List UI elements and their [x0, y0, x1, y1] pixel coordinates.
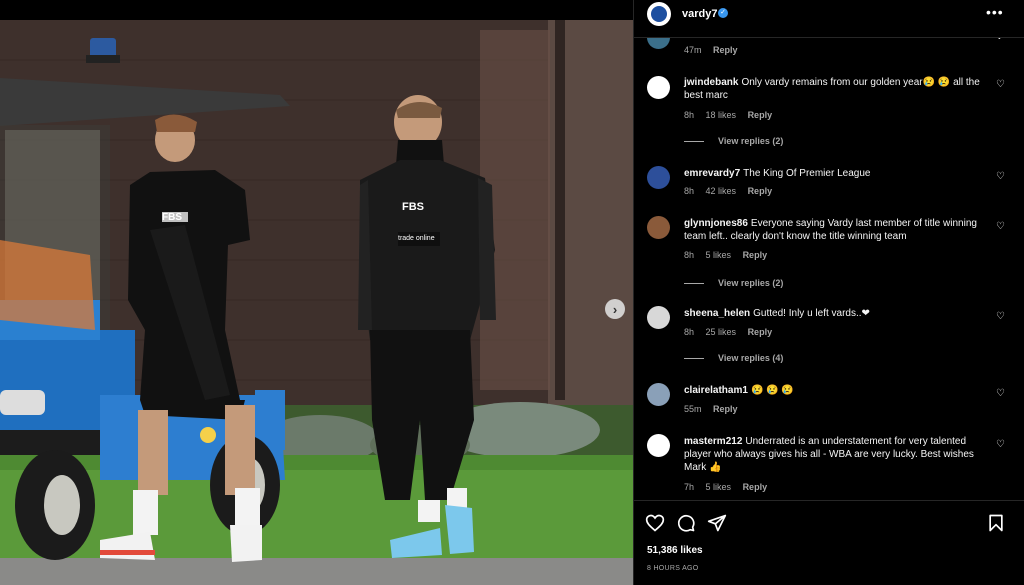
comment-time: 47m — [684, 45, 702, 55]
comment-time: 8h — [684, 250, 695, 260]
comment-likes[interactable]: 18 likes — [706, 110, 737, 120]
reply-button[interactable]: Reply — [743, 482, 768, 492]
likes-count[interactable]: 51,386 likes — [647, 545, 703, 556]
avatar[interactable] — [647, 383, 670, 406]
avatar[interactable] — [647, 216, 670, 239]
post-username[interactable]: vardy7 — [682, 8, 717, 20]
avatar[interactable] — [647, 76, 670, 99]
view-replies-button[interactable]: View replies (4) — [684, 353, 783, 363]
more-options-icon[interactable]: ••• — [986, 4, 1004, 20]
avatar[interactable] — [647, 166, 670, 189]
post-header: vardy7 ✓ ••• — [634, 0, 1024, 38]
comment-likes[interactable]: 42 likes — [706, 186, 737, 196]
bookmark-icon[interactable] — [986, 513, 1006, 533]
comment-username[interactable]: sheena_helen — [684, 308, 750, 319]
comment-meta: 47m Reply — [684, 45, 747, 55]
verified-badge-icon: ✓ — [718, 8, 728, 18]
heart-icon[interactable] — [645, 513, 665, 533]
avatar[interactable] — [647, 2, 671, 26]
comment-likes[interactable]: 25 likes — [706, 327, 737, 337]
comment-time: 8h — [684, 110, 695, 120]
heart-icon[interactable]: ♡ — [996, 389, 1006, 399]
next-photo-button[interactable]: › — [605, 299, 625, 319]
comment-meta: 8h 5 likes Reply — [684, 250, 776, 260]
share-icon[interactable] — [707, 513, 727, 533]
shirt-text-right: FBS — [402, 201, 424, 213]
shirt-subtext-right: trade online — [398, 235, 435, 242]
comment-username[interactable]: clairelatham1 — [684, 385, 748, 396]
comment-time: 7h — [684, 482, 695, 492]
comment-username[interactable]: jwindebank — [684, 77, 738, 88]
post-timestamp: 8 HOURS AGO — [647, 565, 699, 572]
reply-button[interactable]: Reply — [713, 45, 738, 55]
comment-meta: 8h 25 likes Reply — [684, 327, 781, 337]
comment-text: The King Of Premier League — [743, 168, 871, 179]
reply-button[interactable]: Reply — [748, 186, 773, 196]
heart-icon[interactable]: ♡ — [996, 80, 1006, 90]
heart-icon[interactable]: ♡ — [996, 312, 1006, 322]
comment-likes[interactable]: 5 likes — [706, 482, 732, 492]
comment-icon[interactable] — [676, 513, 696, 533]
reply-button[interactable]: Reply — [748, 110, 773, 120]
photo-top-bar — [0, 0, 633, 20]
reply-button[interactable]: Reply — [743, 250, 768, 260]
comment-text: Gutted! Inly u left vards..❤ — [753, 308, 870, 319]
comment-text: 😢 😢 😢 — [750, 385, 794, 396]
chevron-down-icon[interactable]: ⌄ — [996, 38, 1006, 42]
post-photo: FBS FBS trade online › — [0, 0, 633, 585]
heart-icon[interactable]: ♡ — [996, 440, 1006, 450]
comment-username[interactable]: glynnjones86 — [684, 218, 748, 229]
comment-username[interactable]: masterm212 — [684, 436, 742, 447]
comment-likes[interactable]: 5 likes — [706, 250, 732, 260]
avatar[interactable] — [647, 434, 670, 457]
chevron-right-icon: › — [612, 301, 618, 317]
comment-time: 8h — [684, 327, 695, 337]
view-replies-button[interactable]: View replies (2) — [684, 278, 783, 288]
avatar[interactable] — [647, 38, 670, 49]
post-side-panel: vardy7 ✓ ••• 47m Reply ⌄ jwindebankOnly … — [633, 0, 1024, 585]
avatar[interactable] — [647, 306, 670, 329]
view-replies-button[interactable]: View replies (2) — [684, 136, 783, 146]
comment-meta: 8h 18 likes Reply — [684, 110, 781, 120]
training-ground-photo — [0, 20, 633, 585]
comments-list: 47m Reply ⌄ jwindebankOnly vardy remains… — [634, 38, 1024, 500]
comment-time: 55m — [684, 404, 702, 414]
reply-button[interactable]: Reply — [748, 327, 773, 337]
post-actions: 51,386 likes 8 HOURS AGO — [634, 500, 1024, 585]
comment-username[interactable]: emrevardy7 — [684, 168, 740, 179]
comment-meta: 55m Reply — [684, 404, 747, 414]
heart-icon[interactable]: ♡ — [996, 172, 1006, 182]
comment-meta: 7h 5 likes Reply — [684, 482, 776, 492]
comment-time: 8h — [684, 186, 695, 196]
reply-button[interactable]: Reply — [713, 404, 738, 414]
comment-meta: 8h 42 likes Reply — [684, 186, 781, 196]
shirt-text-left: FBS — [162, 212, 182, 223]
heart-icon[interactable]: ♡ — [996, 222, 1006, 232]
